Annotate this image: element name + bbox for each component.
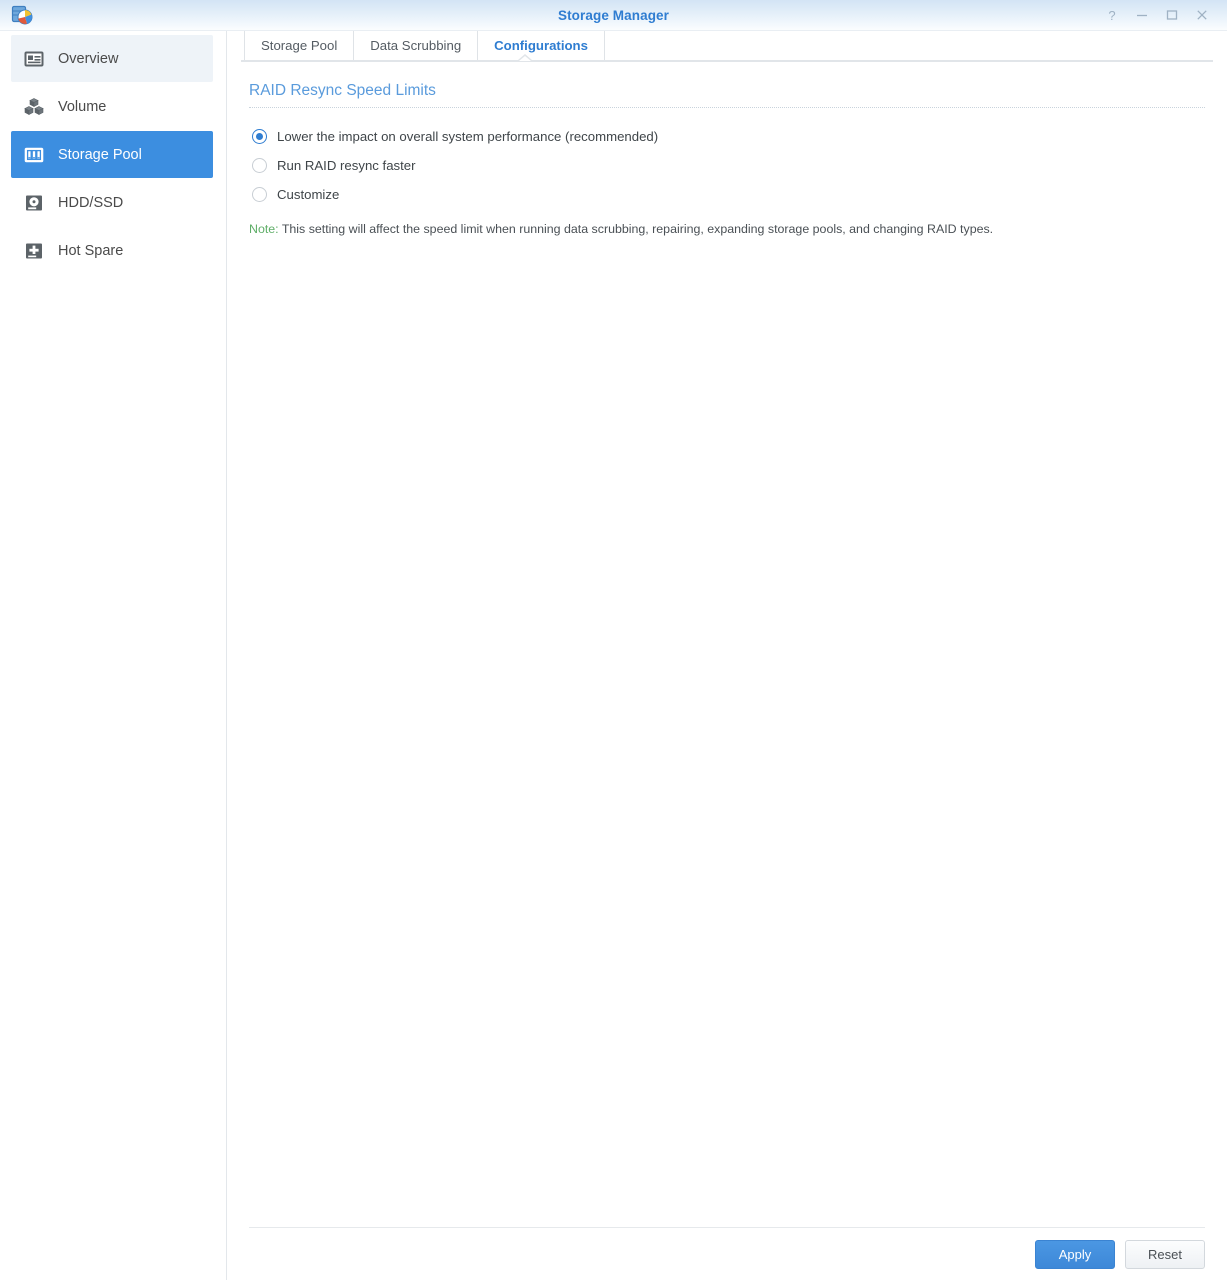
radio-label: Customize bbox=[277, 186, 340, 202]
tab-configurations[interactable]: Configurations bbox=[478, 31, 605, 60]
tab-label: Configurations bbox=[494, 38, 588, 53]
section-divider bbox=[249, 107, 1205, 108]
radio-option-lower-impact[interactable]: Lower the impact on overall system perfo… bbox=[249, 122, 1205, 150]
sidebar-item-label: Hot Spare bbox=[58, 242, 124, 259]
footer-bar: Apply Reset bbox=[249, 1227, 1205, 1280]
radio-button[interactable] bbox=[252, 186, 267, 202]
tab-storage-pool[interactable]: Storage Pool bbox=[244, 31, 355, 60]
section-title: RAID Resync Speed Limits bbox=[249, 82, 436, 99]
help-icon[interactable]: ? bbox=[1097, 2, 1127, 28]
svg-text:?: ? bbox=[1108, 9, 1115, 22]
title-bar: Storage Manager ? bbox=[0, 0, 1227, 31]
tab-label: Storage Pool bbox=[261, 38, 338, 53]
radio-button[interactable] bbox=[252, 128, 267, 144]
sidebar-item-hot-spare[interactable]: Hot Spare bbox=[11, 227, 213, 274]
overview-card-icon bbox=[23, 48, 45, 70]
radio-option-run-faster[interactable]: Run RAID resync faster bbox=[249, 151, 1205, 179]
active-tab-indicator bbox=[518, 54, 532, 61]
sidebar-item-label: HDD/SSD bbox=[58, 194, 124, 211]
sidebar-item-volume[interactable]: Volume bbox=[11, 83, 213, 130]
storage-manager-icon bbox=[11, 4, 33, 26]
sidebar: Overview Volume Storage Pool HDD/SSD Hot… bbox=[0, 31, 227, 1280]
tab-underline bbox=[241, 54, 1213, 62]
reset-button[interactable]: Reset bbox=[1125, 1239, 1205, 1269]
note-body: This setting will affect the speed limit… bbox=[281, 222, 994, 236]
hard-disk-icon bbox=[23, 192, 45, 214]
maximize-icon[interactable] bbox=[1157, 2, 1187, 28]
radio-button[interactable] bbox=[252, 157, 267, 173]
sidebar-item-label: Overview bbox=[58, 50, 119, 67]
sidebar-item-storage-pool[interactable]: Storage Pool bbox=[11, 131, 213, 178]
tab-label: Data Scrubbing bbox=[370, 38, 462, 53]
sidebar-item-hdd-ssd[interactable]: HDD/SSD bbox=[11, 179, 213, 226]
window-controls: ? bbox=[1097, 2, 1227, 28]
storage-manager-window: Storage Manager ? Overview Volume Storag… bbox=[0, 0, 1227, 1280]
minimize-icon[interactable] bbox=[1127, 2, 1157, 28]
note-keyword: Note: bbox=[249, 222, 279, 236]
note-text: Note: This setting will affect the speed… bbox=[249, 221, 1205, 238]
content-area: Storage Pool Data Scrubbing Configuratio… bbox=[227, 31, 1227, 1280]
configurations-panel: RAID Resync Speed Limits Lower the impac… bbox=[227, 62, 1227, 1227]
sidebar-item-overview[interactable]: Overview bbox=[11, 35, 213, 82]
radio-label: Lower the impact on overall system perfo… bbox=[277, 128, 659, 144]
drive-bays-icon bbox=[23, 144, 45, 166]
cubes-icon bbox=[23, 96, 45, 118]
close-icon[interactable] bbox=[1187, 2, 1217, 28]
plus-drive-icon bbox=[23, 240, 45, 262]
radio-option-customize[interactable]: Customize bbox=[249, 180, 1205, 208]
sidebar-item-label: Storage Pool bbox=[58, 146, 142, 163]
apply-button[interactable]: Apply bbox=[1035, 1239, 1115, 1269]
tab-data-scrubbing[interactable]: Data Scrubbing bbox=[354, 31, 479, 60]
tab-bar: Storage Pool Data Scrubbing Configuratio… bbox=[227, 31, 1227, 60]
sidebar-item-label: Volume bbox=[58, 98, 107, 115]
radio-label: Run RAID resync faster bbox=[277, 157, 416, 173]
window-title: Storage Manager bbox=[557, 7, 670, 23]
